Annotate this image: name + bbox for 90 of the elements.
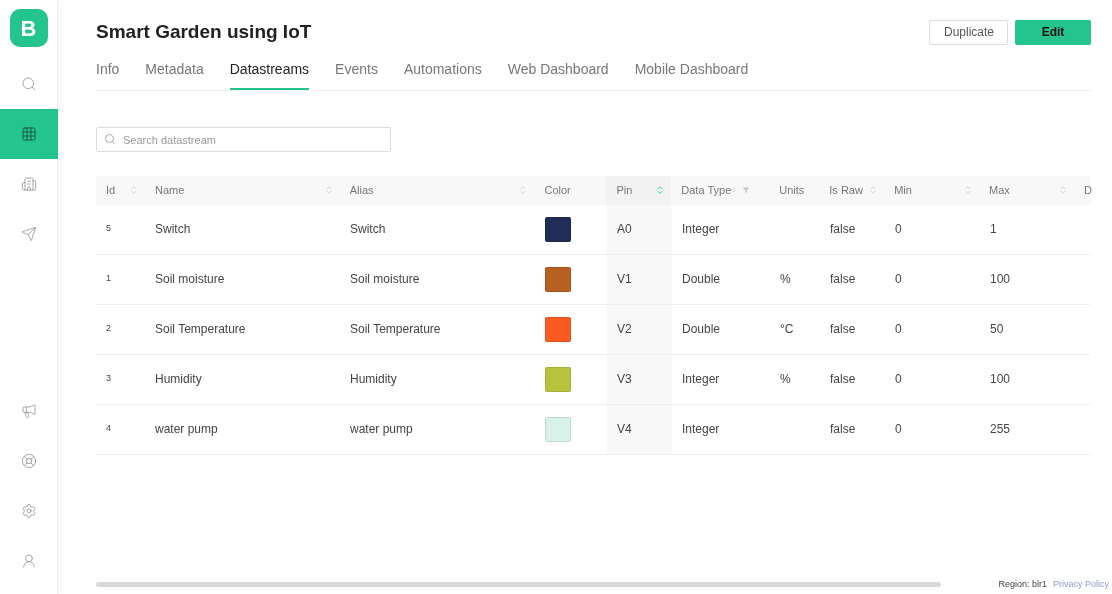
table-cell-text: 0 bbox=[895, 421, 902, 438]
column-header: Min bbox=[894, 182, 912, 198]
sort-icon[interactable] bbox=[655, 185, 666, 195]
table-cell-text: Humidity bbox=[350, 371, 397, 388]
table-cell-text: Double bbox=[682, 321, 721, 338]
table-cell-text: % bbox=[780, 271, 791, 288]
column-header: Id bbox=[106, 182, 116, 198]
table-cell-text: % bbox=[780, 371, 791, 388]
sort-icon[interactable] bbox=[323, 185, 334, 195]
table-cell-text: 1 bbox=[990, 221, 997, 238]
user-icon bbox=[20, 553, 37, 569]
table-cell-text: Double bbox=[682, 271, 721, 288]
table-cell-text: V3 bbox=[617, 371, 632, 388]
region-label: Region: blr1 bbox=[998, 577, 1047, 591]
table-cell-text: A0 bbox=[617, 221, 632, 238]
sort-icon[interactable] bbox=[963, 185, 974, 195]
column-header: Pin bbox=[616, 182, 633, 198]
tab[interactable]: Metadata bbox=[145, 58, 204, 90]
column-header: Name bbox=[154, 182, 185, 198]
table-cell-text: 0 bbox=[895, 321, 902, 338]
table-cell-text: Humidity bbox=[155, 371, 202, 388]
column-header: Color bbox=[544, 182, 571, 198]
table-cell: 4 bbox=[106, 422, 111, 436]
grid-icon bbox=[20, 126, 37, 142]
table-cell-text: 0 bbox=[895, 271, 902, 288]
table-cell-text: Switch bbox=[350, 221, 386, 238]
table-cell-text: Soil moisture bbox=[350, 271, 420, 288]
sidebar-item[interactable] bbox=[0, 109, 58, 159]
table-cell-text: water pump bbox=[350, 421, 413, 438]
settings-icon bbox=[20, 503, 37, 519]
table-cell: 3 bbox=[106, 372, 111, 386]
search-icon bbox=[104, 132, 116, 145]
column-header: Data Type bbox=[681, 182, 732, 198]
sort-icon[interactable] bbox=[518, 185, 529, 195]
table-cell-text: Soil Temperature bbox=[350, 321, 441, 338]
table-row[interactable]: 5 Switch Switch A0 Integer false 0 1 bbox=[96, 204, 1090, 255]
table-cell-text: Integer bbox=[682, 221, 720, 238]
lifebuoy-icon bbox=[20, 453, 37, 469]
sort-icon[interactable] bbox=[1058, 185, 1068, 195]
building-icon bbox=[20, 176, 37, 192]
table-cell-text: water pump bbox=[155, 421, 218, 438]
column-header: D bbox=[1084, 182, 1092, 198]
table-cell: 5 bbox=[106, 222, 111, 236]
tab[interactable]: Datastreams bbox=[229, 58, 310, 90]
table-cell-text: false bbox=[830, 421, 856, 438]
search-icon bbox=[20, 76, 37, 92]
table-cell-text: °C bbox=[780, 321, 794, 338]
table-cell: 2 bbox=[106, 322, 111, 336]
sort-icon[interactable] bbox=[128, 185, 139, 195]
table-cell-text: V1 bbox=[617, 271, 632, 288]
column-header: Max bbox=[989, 182, 1010, 198]
edit-button[interactable]: Edit bbox=[1015, 19, 1091, 45]
column-header: Units bbox=[779, 182, 805, 198]
table-cell-text: V2 bbox=[617, 321, 632, 338]
column-header: Is Raw bbox=[829, 182, 863, 198]
megaphone-icon bbox=[20, 403, 37, 419]
table-cell-text: false bbox=[830, 221, 856, 238]
filter-icon[interactable] bbox=[743, 185, 750, 195]
table-cell-text: 100 bbox=[990, 371, 1011, 388]
table-cell-text: 50 bbox=[990, 321, 1004, 338]
tab[interactable]: Info bbox=[96, 58, 120, 90]
page-title: Smart Garden using IoT bbox=[96, 20, 312, 44]
table-cell-text: 0 bbox=[895, 371, 902, 388]
table-cell-text: Switch bbox=[155, 221, 191, 238]
table-cell-text: Soil Temperature bbox=[155, 321, 246, 338]
table-cell-text: 0 bbox=[895, 221, 902, 238]
table-row[interactable]: 2 Soil Temperature Soil Temperature V2 Double °C false 0 50 bbox=[96, 304, 1090, 355]
table-cell-text: false bbox=[830, 271, 856, 288]
column-header: Alias bbox=[349, 182, 374, 198]
table-cell: 1 bbox=[106, 272, 111, 286]
table-cell-text: Integer bbox=[682, 371, 720, 388]
table-row[interactable]: 3 Humidity Humidity V3 Integer % false 0 100 bbox=[96, 354, 1090, 405]
table-cell-text: false bbox=[830, 371, 856, 388]
table-cell-text: 100 bbox=[990, 271, 1011, 288]
search-field[interactable]: Search datastream bbox=[96, 127, 391, 152]
tab[interactable]: Events bbox=[335, 58, 378, 90]
table-row[interactable]: 4 water pump water pump V4 Integer false 0 255 bbox=[96, 404, 1090, 455]
duplicate-button[interactable]: Duplicate bbox=[929, 19, 1008, 45]
sort-icon[interactable] bbox=[868, 185, 879, 195]
table-cell-text: 255 bbox=[990, 421, 1011, 438]
table-cell-text: Integer bbox=[682, 421, 720, 438]
table-cell-text: V4 bbox=[617, 421, 632, 438]
table-row[interactable]: 1 Soil moisture Soil moisture V1 Double % false 0 100 bbox=[96, 254, 1090, 305]
tab[interactable]: Mobile Dashboard bbox=[634, 58, 749, 90]
scrollbar[interactable] bbox=[96, 581, 941, 587]
tab[interactable]: Automations bbox=[403, 58, 482, 90]
paper-plane-icon bbox=[20, 226, 37, 242]
table-cell-text: Soil moisture bbox=[155, 271, 225, 288]
tab[interactable]: Web Dashboard bbox=[507, 58, 609, 90]
table-cell-text: false bbox=[830, 321, 856, 338]
